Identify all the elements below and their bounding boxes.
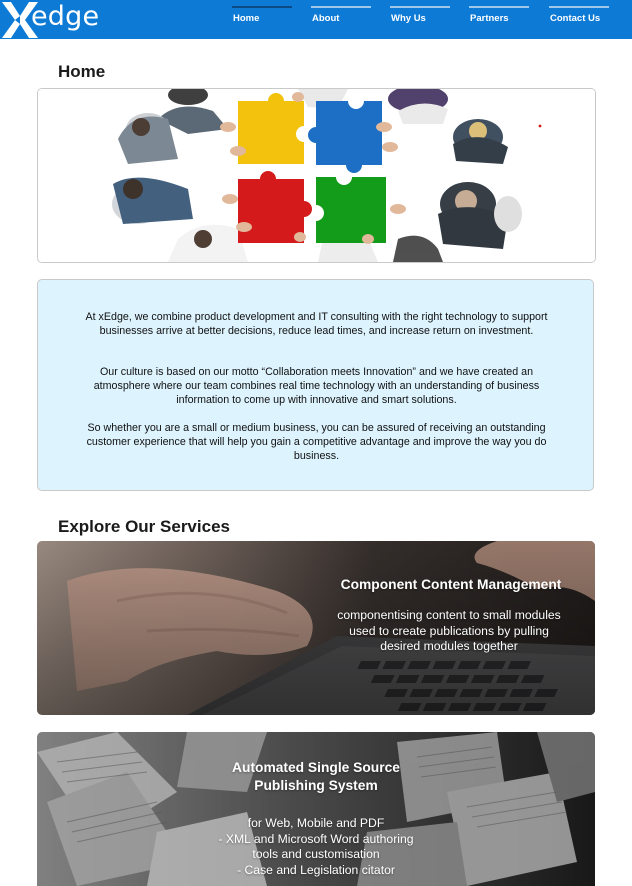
- nav-why-us[interactable]: Why Us: [390, 6, 450, 36]
- page-title: Home: [58, 62, 106, 81]
- nav-about[interactable]: About: [311, 6, 371, 36]
- service-card-component-content-management[interactable]: Component Content Management componentis…: [37, 541, 595, 715]
- nav-contact-us[interactable]: Contact Us: [549, 6, 609, 36]
- hero-image: [37, 88, 596, 263]
- nav-partners-label: Partners: [470, 13, 509, 24]
- service-card-description: componentising content to small modules …: [337, 608, 561, 654]
- nav-about-label: About: [312, 13, 340, 24]
- nav-why-us-indicator: [390, 6, 450, 8]
- service-card-description-line: tools and customisation: [252, 847, 380, 862]
- nav-contact-us-indicator: [549, 6, 609, 8]
- intro-panel: At xEdge, we combine product development…: [37, 279, 594, 491]
- xedge-logo[interactable]: edge: [0, 0, 100, 39]
- service-card-description: for Web, Mobile and PDF - XML and Micros…: [201, 816, 431, 878]
- services-heading: Explore Our Services: [58, 517, 230, 536]
- nav-why-us-label: Why Us: [391, 13, 426, 24]
- service-card-description-line: - Case and Legislation citator: [237, 862, 395, 877]
- nav-partners[interactable]: Partners: [469, 6, 529, 36]
- nav-home-label: Home: [233, 13, 260, 24]
- service-card-description-line: - XML and Microsoft Word authoring: [218, 831, 414, 846]
- top-navigation-bar: edge Home About Why Us Partners Contact …: [0, 0, 632, 39]
- nav-contact-us-label: Contact Us: [550, 13, 601, 24]
- nav-home[interactable]: Home: [232, 6, 292, 36]
- service-card-title: Automated Single Source Publishing Syste…: [216, 759, 416, 795]
- intro-paragraph-1: At xEdge, we combine product development…: [85, 311, 548, 337]
- service-card-title-text: Automated Single Source Publishing Syste…: [232, 760, 400, 793]
- service-card-description-line: for Web, Mobile and PDF: [247, 816, 385, 830]
- intro-paragraph-3: So whether you are a small or medium bus…: [86, 422, 547, 462]
- nav-home-indicator: [232, 6, 292, 8]
- intro-paragraph-2: Our culture is based on our motto “Colla…: [93, 366, 540, 406]
- service-card-title: Component Content Management: [340, 577, 562, 592]
- nav-about-indicator: [311, 6, 371, 8]
- logo-wordmark: edge: [31, 1, 100, 32]
- service-card-automated-publishing[interactable]: Automated Single Source Publishing Syste…: [37, 732, 595, 886]
- nav-partners-indicator: [469, 6, 529, 8]
- team-puzzle-illustration: [38, 89, 595, 262]
